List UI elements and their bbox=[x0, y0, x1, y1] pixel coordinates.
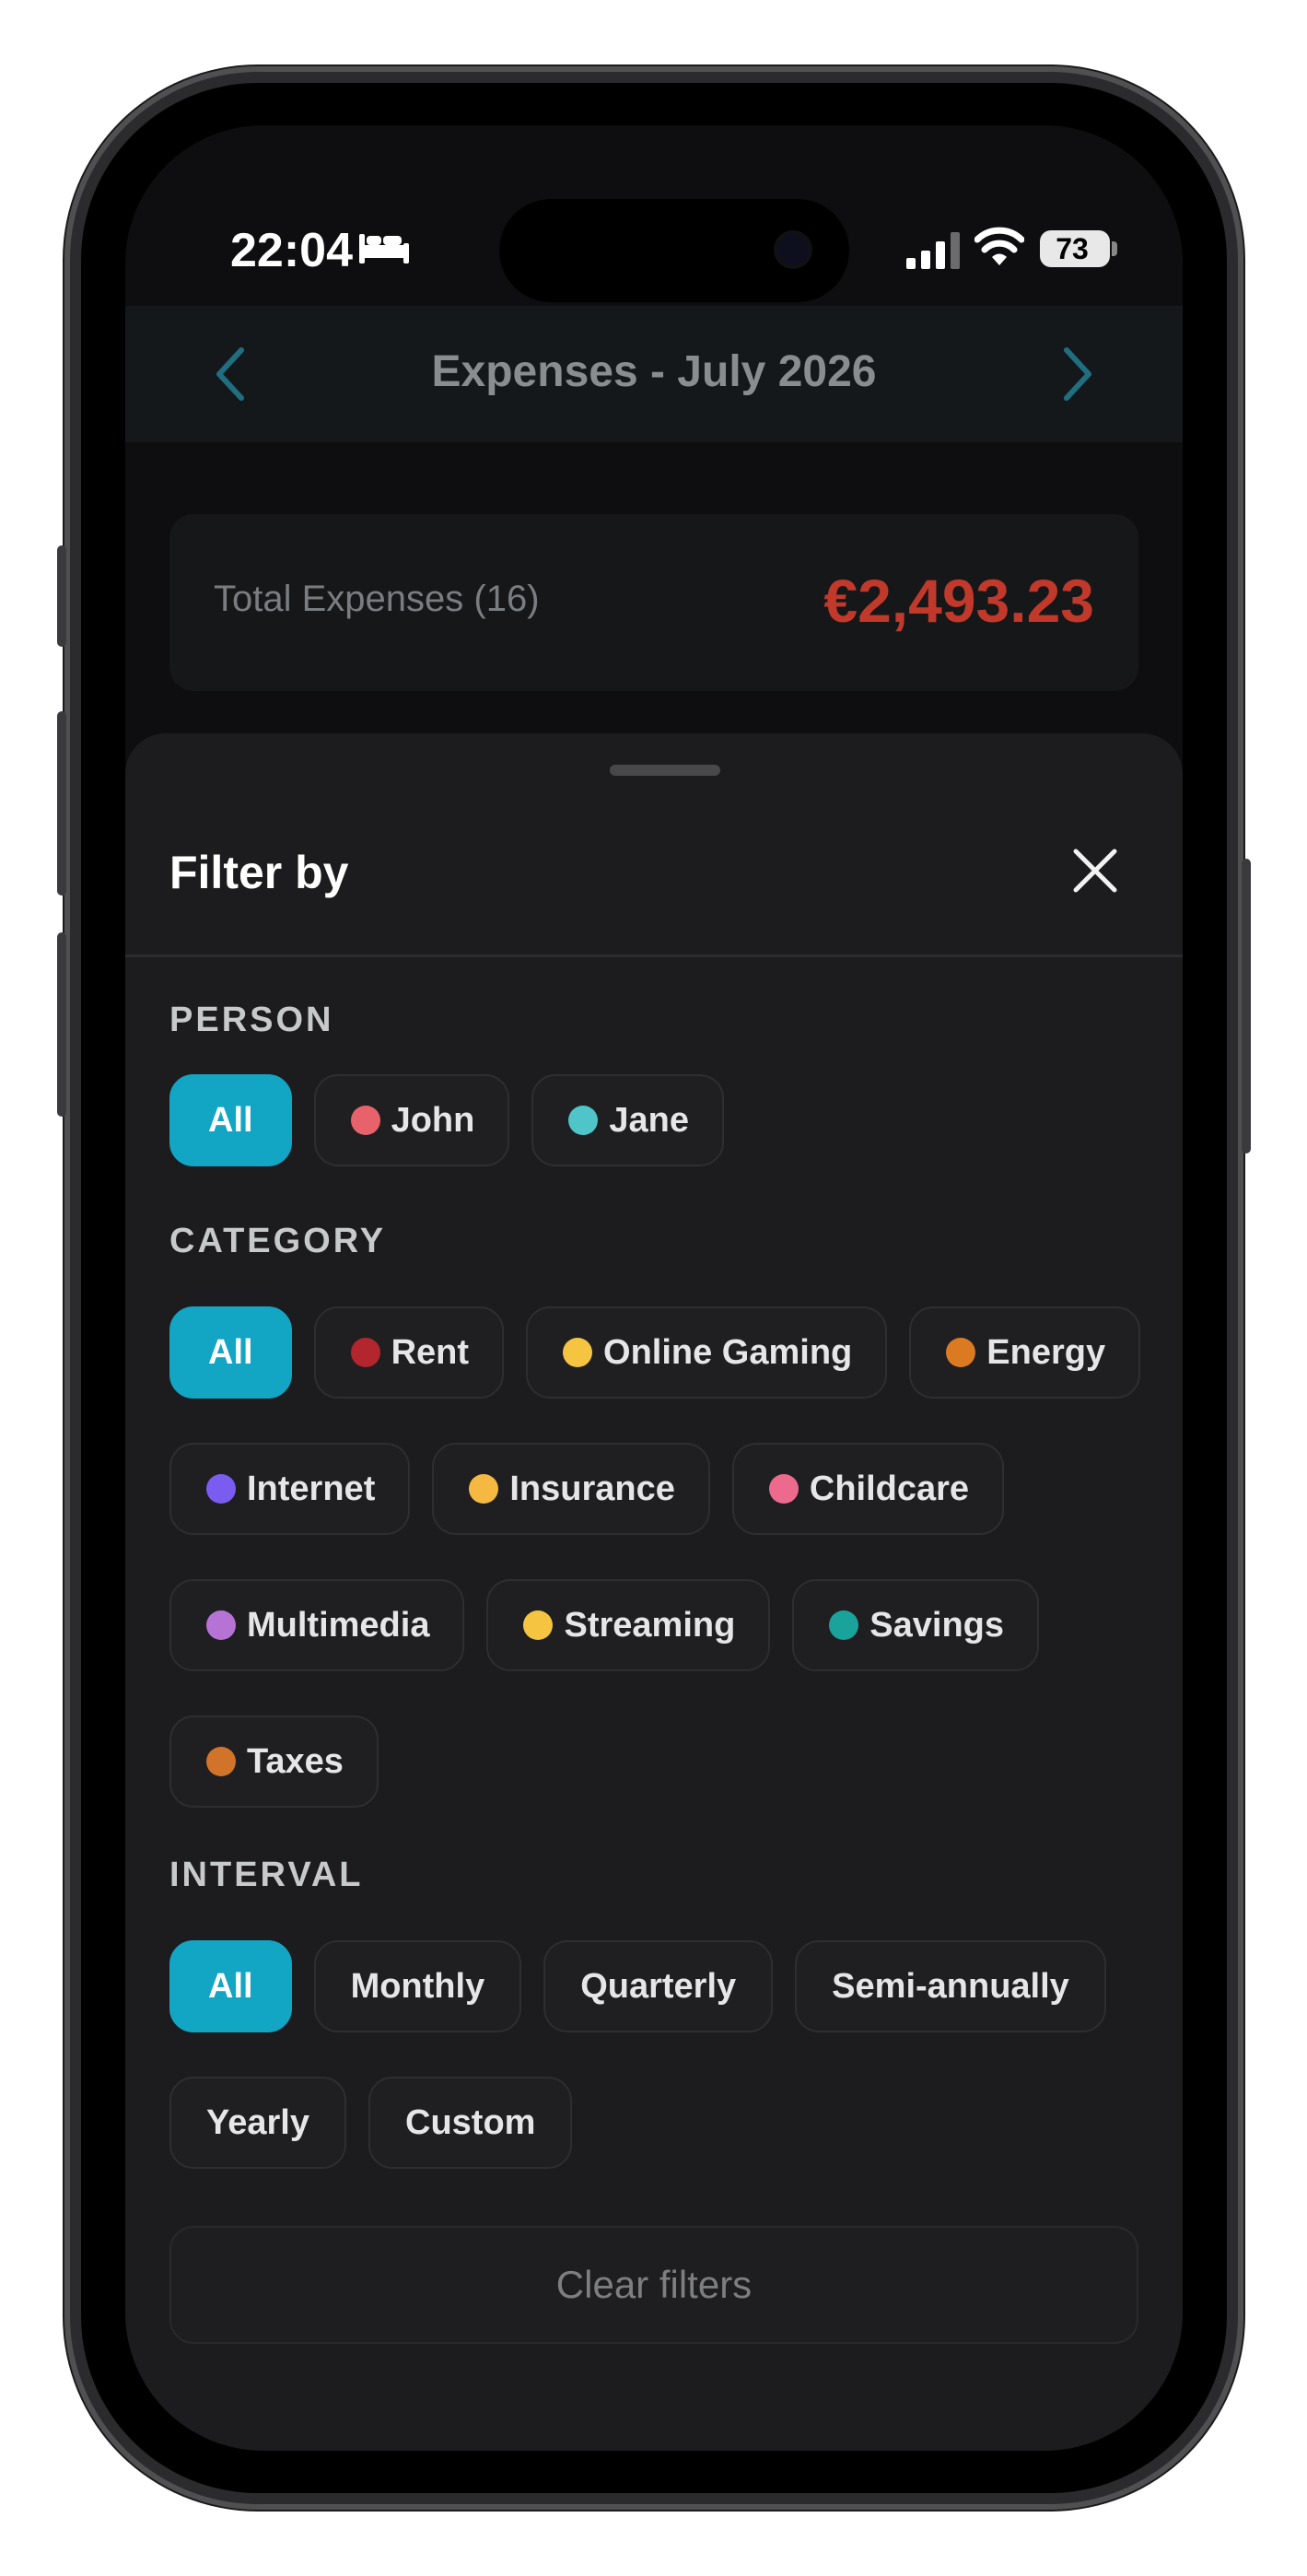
color-dot bbox=[206, 1610, 236, 1640]
category-chip-online-gaming[interactable]: Online Gaming bbox=[526, 1306, 888, 1399]
person-chip-all[interactable]: All bbox=[169, 1074, 292, 1166]
phone-frame: 22:04 73 Expenses - July 2026 Total Expe… bbox=[57, 66, 1251, 2510]
volume-down-button bbox=[57, 932, 66, 1117]
sheet-grabber[interactable] bbox=[610, 765, 720, 776]
divider bbox=[125, 954, 1183, 957]
cellular-signal-icon bbox=[906, 232, 960, 269]
category-chips-row-4: Taxes bbox=[169, 1715, 1138, 1808]
chip-label: All bbox=[208, 1100, 253, 1140]
chip-label: Childcare bbox=[809, 1469, 970, 1508]
chip-label: Semi-annually bbox=[832, 1966, 1069, 2006]
chip-label: Energy bbox=[986, 1332, 1106, 1372]
chip-label: Multimedia bbox=[247, 1605, 430, 1645]
total-expenses-card: Total Expenses (16) €2,493.23 bbox=[169, 514, 1138, 691]
category-chip-insurance[interactable]: Insurance bbox=[432, 1443, 710, 1535]
chip-label: Taxes bbox=[247, 1741, 344, 1781]
color-dot bbox=[523, 1610, 554, 1640]
interval-chip-custom[interactable]: Custom bbox=[368, 2077, 573, 2169]
screen: 22:04 73 Expenses - July 2026 Total Expe… bbox=[125, 125, 1183, 2451]
category-chip-multimedia[interactable]: Multimedia bbox=[169, 1579, 465, 1671]
sheet-title: Filter by bbox=[169, 847, 349, 898]
total-expenses-label: Total Expenses (16) bbox=[214, 579, 540, 619]
wifi-icon bbox=[974, 227, 1024, 265]
total-expenses-value: €2,493.23 bbox=[823, 567, 1094, 635]
volume-up-button bbox=[57, 711, 66, 896]
person-section-label: PERSON bbox=[169, 1001, 334, 1039]
status-bar: 22:04 73 bbox=[125, 125, 1183, 302]
category-chips-row-2: Internet Insurance Childcare bbox=[169, 1443, 1138, 1535]
category-chip-taxes[interactable]: Taxes bbox=[169, 1715, 379, 1808]
category-chip-childcare[interactable]: Childcare bbox=[731, 1443, 1005, 1535]
action-button bbox=[57, 545, 66, 647]
interval-chip-monthly[interactable]: Monthly bbox=[313, 1940, 522, 2032]
battery-tip bbox=[1112, 241, 1117, 256]
month-navigation: Expenses - July 2026 bbox=[125, 306, 1183, 442]
category-chips-row-1: All Rent Online Gaming Energy bbox=[169, 1306, 1141, 1399]
category-chips-row-3: Multimedia Streaming Savings bbox=[169, 1579, 1138, 1671]
chip-label: All bbox=[208, 1332, 253, 1372]
chip-label: Jane bbox=[609, 1100, 689, 1140]
interval-chip-yearly[interactable]: Yearly bbox=[169, 2077, 346, 2169]
bezel: 22:04 73 Expenses - July 2026 Total Expe… bbox=[81, 83, 1227, 2493]
status-time: 22:04 bbox=[230, 224, 353, 277]
interval-chip-semi-annually[interactable]: Semi-annually bbox=[795, 1940, 1106, 2032]
interval-chip-quarterly[interactable]: Quarterly bbox=[543, 1940, 774, 2032]
chip-label: Insurance bbox=[509, 1469, 675, 1508]
color-dot bbox=[206, 1474, 236, 1504]
category-chip-rent[interactable]: Rent bbox=[313, 1306, 505, 1399]
battery-level: 73 bbox=[1056, 232, 1089, 265]
category-chip-all[interactable]: All bbox=[169, 1306, 292, 1399]
color-dot bbox=[350, 1338, 380, 1367]
color-dot bbox=[946, 1338, 976, 1367]
chip-label: Rent bbox=[391, 1332, 470, 1372]
sleep-focus-icon bbox=[359, 234, 409, 263]
chip-label: All bbox=[208, 1966, 253, 2006]
color-dot bbox=[469, 1474, 499, 1504]
color-dot bbox=[768, 1474, 799, 1504]
close-icon[interactable] bbox=[1065, 840, 1126, 901]
page-title: Expenses - July 2026 bbox=[431, 347, 877, 396]
chip-label: Quarterly bbox=[580, 1966, 737, 2006]
chip-label: Savings bbox=[869, 1605, 1005, 1645]
clear-filters-button[interactable]: Clear filters bbox=[169, 2226, 1138, 2344]
color-dot bbox=[206, 1747, 236, 1776]
color-dot bbox=[829, 1610, 859, 1640]
interval-chips-row-2: Yearly Custom bbox=[169, 2077, 1138, 2169]
chip-label: John bbox=[391, 1100, 475, 1140]
color-dot bbox=[563, 1338, 593, 1367]
interval-chip-all[interactable]: All bbox=[169, 1940, 292, 2032]
battery-icon: 73 bbox=[1040, 230, 1110, 267]
color-dot bbox=[350, 1106, 380, 1135]
chip-label: Monthly bbox=[350, 1966, 485, 2006]
category-section-label: CATEGORY bbox=[169, 1222, 387, 1260]
category-chip-internet[interactable]: Internet bbox=[169, 1443, 411, 1535]
category-chip-savings[interactable]: Savings bbox=[792, 1579, 1040, 1671]
color-dot bbox=[568, 1106, 599, 1135]
interval-chips-row-1: All Monthly Quarterly Semi-annually bbox=[169, 1940, 1138, 2032]
chip-label: Yearly bbox=[206, 2102, 309, 2142]
person-chip-john[interactable]: John bbox=[313, 1074, 510, 1166]
category-chip-streaming[interactable]: Streaming bbox=[486, 1579, 771, 1671]
chip-label: Internet bbox=[247, 1469, 376, 1508]
person-chips: All John Jane bbox=[169, 1074, 1138, 1166]
camera-icon bbox=[777, 234, 809, 265]
person-chip-jane[interactable]: Jane bbox=[531, 1074, 724, 1166]
chip-label: Streaming bbox=[564, 1605, 736, 1645]
next-month-icon[interactable] bbox=[1050, 345, 1102, 404]
chip-label: Online Gaming bbox=[603, 1332, 853, 1372]
chip-label: Custom bbox=[405, 2102, 536, 2142]
category-chip-energy[interactable]: Energy bbox=[909, 1306, 1141, 1399]
filter-sheet: Filter by PERSON All John Jane CATEGORY … bbox=[125, 733, 1183, 2451]
power-button bbox=[1242, 859, 1251, 1153]
interval-section-label: INTERVAL bbox=[169, 1856, 364, 1894]
